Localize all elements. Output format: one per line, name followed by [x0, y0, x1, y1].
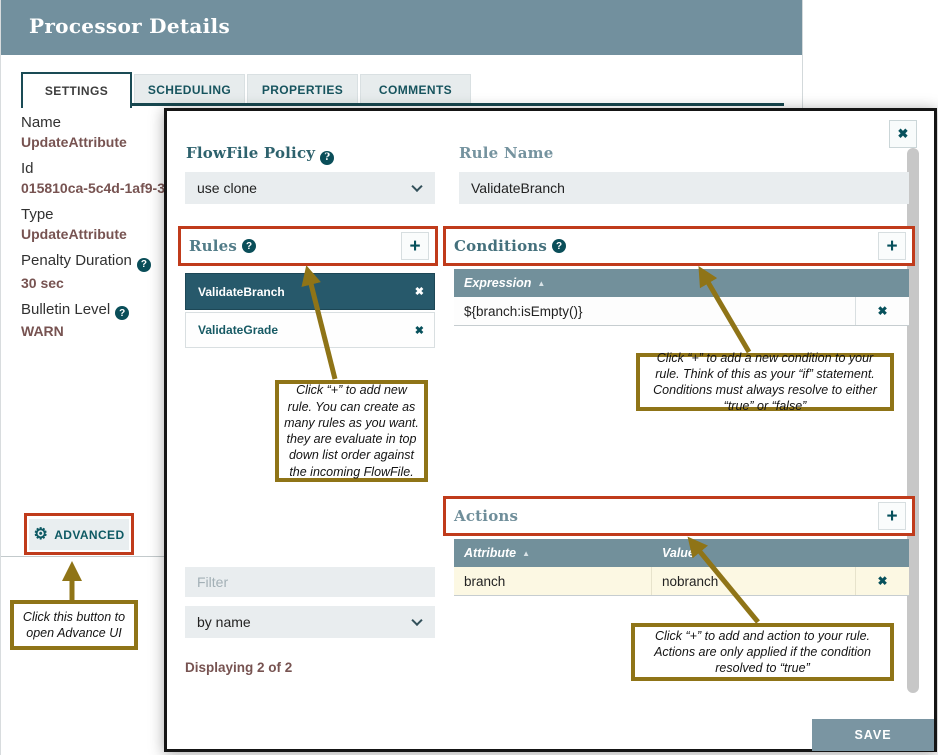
- condition-row[interactable]: ${branch:isEmpty()} ✖: [454, 297, 909, 326]
- column-attribute[interactable]: Attribute▲: [454, 546, 652, 560]
- rule-name-heading: Rule Name: [459, 144, 553, 162]
- tab-scheduling[interactable]: SCHEDULING: [134, 74, 245, 105]
- remove-action-icon[interactable]: ✖: [855, 567, 909, 595]
- flowfile-policy-select[interactable]: use clone: [185, 172, 435, 204]
- flowfile-policy-heading: FlowFile Policy?: [186, 144, 334, 165]
- rule-name: ValidateGrade: [198, 323, 278, 337]
- help-icon[interactable]: ?: [320, 151, 334, 165]
- advanced-ui-dialog: ✖ FlowFile Policy? use clone Rule Name V…: [164, 108, 937, 752]
- flowfile-policy-value: use clone: [197, 180, 257, 196]
- tab-comments[interactable]: COMMENTS: [360, 74, 471, 105]
- advanced-button-label: ADVANCED: [54, 528, 124, 542]
- displaying-count: Displaying 2 of 2: [185, 660, 292, 675]
- sort-asc-icon: ▲: [522, 549, 530, 558]
- actions-table: Attribute▲ Value branch nobranch ✖: [454, 539, 909, 596]
- sort-asc-icon: ▲: [537, 279, 545, 288]
- close-icon: ✖: [898, 126, 909, 142]
- rule-list-item[interactable]: ValidateGrade ✖: [185, 312, 435, 348]
- help-icon[interactable]: ?: [115, 306, 129, 320]
- rules-section-header: Rules ? +: [178, 226, 438, 266]
- add-action-button[interactable]: +: [878, 502, 906, 530]
- annotation-conditions: Click “+” to add a new condition to your…: [636, 353, 894, 411]
- rule-name-input[interactable]: ValidateBranch: [459, 172, 909, 204]
- condition-expression: ${branch:isEmpty()}: [454, 297, 855, 325]
- action-attribute: branch: [454, 567, 652, 595]
- action-value: nobranch: [652, 567, 855, 595]
- remove-rule-icon[interactable]: ✖: [415, 285, 424, 298]
- rule-name-value: ValidateBranch: [471, 180, 565, 196]
- rule-list-item-selected[interactable]: ValidateBranch ✖: [185, 273, 435, 310]
- actions-heading: Actions: [454, 507, 518, 525]
- rules-heading: Rules: [189, 237, 237, 255]
- help-icon[interactable]: ?: [137, 258, 151, 272]
- tab-properties[interactable]: PROPERTIES: [247, 74, 358, 105]
- actions-section-header: Actions +: [443, 496, 915, 536]
- screenshot-canvas: Processor Details SETTINGS SCHEDULING PR…: [0, 0, 938, 755]
- help-icon[interactable]: ?: [242, 239, 256, 253]
- annotation-advanced: Click this button to open Advance UI: [10, 600, 138, 650]
- sort-value: by name: [197, 614, 251, 630]
- remove-rule-icon[interactable]: ✖: [415, 324, 424, 337]
- action-row[interactable]: branch nobranch ✖: [454, 567, 909, 596]
- column-value[interactable]: Value: [652, 546, 695, 560]
- chevron-down-icon: [411, 615, 422, 626]
- annotation-rules: Click “+” to add new rule. You can creat…: [275, 380, 428, 482]
- sort-select[interactable]: by name: [185, 606, 435, 638]
- add-rule-button[interactable]: +: [401, 232, 429, 260]
- conditions-section-header: Conditions ? +: [443, 226, 915, 266]
- annotation-actions: Click “+” to add and action to your rule…: [631, 623, 894, 681]
- conditions-table-header: Expression▲: [454, 269, 909, 297]
- conditions-heading: Conditions: [454, 237, 547, 255]
- tab-settings[interactable]: SETTINGS: [21, 72, 132, 108]
- advanced-button[interactable]: ⚙ ADVANCED: [29, 519, 129, 550]
- conditions-table: Expression▲ ${branch:isEmpty()} ✖: [454, 269, 909, 326]
- remove-condition-icon[interactable]: ✖: [855, 297, 909, 325]
- page-title: Processor Details: [29, 14, 230, 38]
- rule-name: ValidateBranch: [198, 285, 285, 299]
- close-button[interactable]: ✖: [889, 120, 917, 148]
- column-expression[interactable]: Expression▲: [454, 276, 545, 290]
- chevron-down-icon: [411, 181, 422, 192]
- actions-table-header: Attribute▲ Value: [454, 539, 909, 567]
- dialog-header: Processor Details: [1, 0, 802, 55]
- tab-underline: [21, 103, 784, 106]
- add-condition-button[interactable]: +: [878, 232, 906, 260]
- save-button[interactable]: SAVE: [812, 719, 934, 751]
- help-icon[interactable]: ?: [552, 239, 566, 253]
- gear-icon: ⚙: [33, 527, 48, 543]
- filter-input[interactable]: [185, 567, 435, 597]
